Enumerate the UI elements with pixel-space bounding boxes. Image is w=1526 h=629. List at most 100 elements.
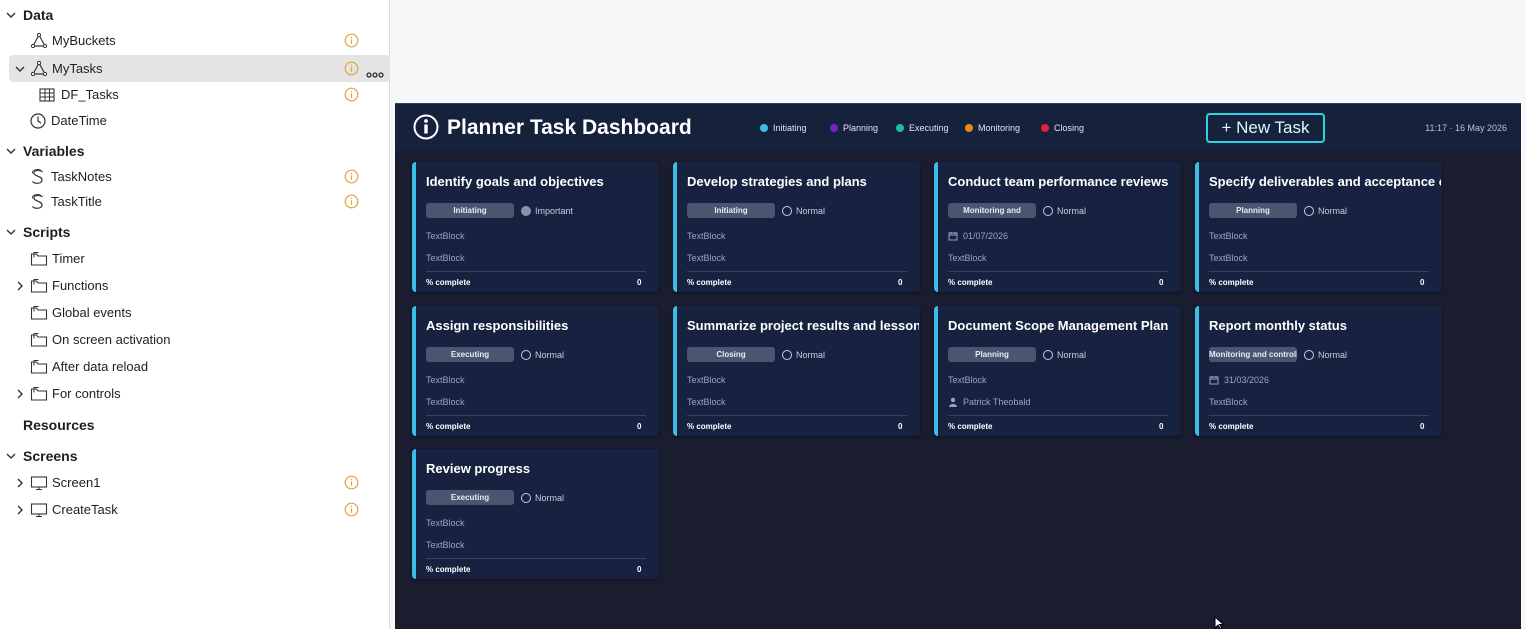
priority-icon <box>521 205 531 216</box>
tree-section-scripts[interactable]: Scripts <box>0 218 390 245</box>
priority-indicator: Normal <box>782 204 825 217</box>
task-card[interactable]: Specify deliverables and acceptance crit… <box>1195 162 1442 292</box>
chevron-right-icon[interactable] <box>14 504 26 516</box>
chevron-right-icon[interactable] <box>14 388 26 400</box>
task-title: Summarize project results and lessons le… <box>687 318 919 333</box>
chevron-right-icon[interactable] <box>14 477 26 489</box>
folder-icon <box>30 277 48 295</box>
tree-item-functions[interactable]: Functions <box>0 272 390 299</box>
chevron-down-icon[interactable] <box>14 63 26 75</box>
detail-text: TextBlock <box>426 518 465 528</box>
task-detail-line-2: TextBlock <box>948 252 987 264</box>
task-card[interactable]: Summarize project results and lessons le… <box>673 306 920 436</box>
tree-item-for-controls[interactable]: For controls <box>0 380 390 407</box>
priority-icon <box>782 349 792 360</box>
info-icon[interactable] <box>344 475 359 490</box>
chevron-right-icon[interactable] <box>14 280 26 292</box>
detail-text: TextBlock <box>1209 231 1248 241</box>
tree-section-variables[interactable]: Variables <box>0 137 390 164</box>
stage-badge: Monitoring and controlling <box>1209 347 1297 362</box>
task-card[interactable]: Document Scope Management Plan Planning No… <box>934 306 1181 436</box>
detail-text: TextBlock <box>687 231 726 241</box>
priority-label: Normal <box>535 349 565 360</box>
calendar-icon <box>1209 376 1219 385</box>
data-tree-panel: Data MyBuckets MyTasks DF_Tasks DateTime <box>0 0 390 629</box>
priority-indicator: Normal <box>521 491 564 504</box>
tree-item-global-events[interactable]: Global events <box>0 299 390 326</box>
mouse-cursor-icon <box>1214 616 1225 629</box>
info-icon[interactable] <box>344 502 359 517</box>
folder-icon <box>30 358 48 376</box>
tree-item-screen1[interactable]: Screen1 <box>0 469 390 496</box>
monitor-icon <box>30 501 48 519</box>
info-icon[interactable] <box>344 61 359 76</box>
tree-item-createtask[interactable]: CreateTask <box>0 496 390 523</box>
task-card[interactable]: Develop strategies and plans Initiating No… <box>673 162 920 292</box>
percent-complete-value: 0 <box>637 565 642 574</box>
legend-item-closing: Closing <box>1041 123 1084 133</box>
info-icon[interactable] <box>344 33 359 48</box>
detail-text: 01/07/2026 <box>963 231 1009 241</box>
tree-item-label: CreateTask <box>52 502 118 517</box>
tree-item-label: After data reload <box>52 359 149 374</box>
info-icon[interactable] <box>344 194 359 209</box>
task-detail-line-1: 31/03/2026 <box>1209 374 1269 386</box>
priority-label: Normal <box>796 349 826 360</box>
tree-item-tasknotes[interactable]: TaskNotes <box>0 163 390 190</box>
task-title: Specify deliverables and acceptance crit… <box>1209 174 1441 189</box>
tree-item-label: Screen1 <box>52 475 101 490</box>
tree-section-label: Variables <box>23 142 85 159</box>
tree-item-mytasks[interactable]: MyTasks <box>9 55 390 82</box>
info-icon[interactable] <box>344 169 359 184</box>
legend-label: Planning <box>843 123 879 133</box>
stage-badge: Initiating <box>687 203 775 218</box>
task-detail-line-1: TextBlock <box>948 374 987 386</box>
string-variable-icon <box>29 193 47 211</box>
info-logo-icon <box>413 114 439 140</box>
priority-indicator: Important <box>521 204 573 217</box>
legend-label: Executing <box>909 123 949 133</box>
priority-label: Normal <box>796 205 826 216</box>
task-card[interactable]: Review progress Executing Normal TextBlock T… <box>412 449 659 579</box>
card-divider <box>1209 415 1429 416</box>
task-card[interactable]: Conduct team performance reviews Monitori… <box>934 162 1181 292</box>
chevron-down-icon[interactable] <box>5 226 17 238</box>
chevron-down-icon[interactable] <box>5 9 17 21</box>
chevron-down-icon[interactable] <box>5 145 17 157</box>
calendar-icon <box>948 232 958 241</box>
stage-badge: Closing <box>687 347 775 362</box>
percent-complete-label: % complete <box>948 278 993 287</box>
tree-item-timer[interactable]: Timer <box>0 245 390 272</box>
task-card[interactable]: Identify goals and objectives Initiating I… <box>412 162 659 292</box>
tree-section-label: Resources <box>23 416 95 433</box>
task-detail-line-2: TextBlock <box>1209 252 1248 264</box>
card-divider <box>948 415 1168 416</box>
tree-item-tasktitle[interactable]: TaskTitle <box>0 188 390 215</box>
chevron-down-icon[interactable] <box>5 450 17 462</box>
detail-text: TextBlock <box>687 375 726 385</box>
percent-complete-value: 0 <box>637 422 642 431</box>
task-card[interactable]: Assign responsibilities Executing Normal Te… <box>412 306 659 436</box>
priority-label: Important <box>535 205 574 216</box>
percent-complete-label: % complete <box>426 278 471 287</box>
info-icon[interactable] <box>344 87 359 102</box>
tree-item-df-tasks[interactable]: DF_Tasks <box>0 81 390 108</box>
more-options-icon[interactable] <box>366 66 384 78</box>
stage-badge: Planning <box>948 347 1036 362</box>
tree-item-on-screen-activation[interactable]: On screen activation <box>0 326 390 353</box>
task-detail-line-1: TextBlock <box>426 230 465 242</box>
string-variable-icon <box>29 168 47 186</box>
task-title: Document Scope Management Plan <box>948 318 1169 333</box>
tree-section-data[interactable]: Data <box>0 1 390 28</box>
task-card[interactable]: Report monthly status Monitoring and cont… <box>1195 306 1442 436</box>
tree-item-mybuckets[interactable]: MyBuckets <box>0 27 390 54</box>
tree-item-after-data-reload[interactable]: After data reload <box>0 353 390 380</box>
card-divider <box>687 415 907 416</box>
table-icon <box>38 86 56 104</box>
tree-item-datetime[interactable]: DateTime <box>0 107 390 134</box>
legend-item-monitoring: Monitoring <box>965 123 1020 133</box>
task-title: Identify goals and objectives <box>426 174 604 189</box>
new-task-button[interactable]: + New Task <box>1206 113 1325 143</box>
tree-section-resources[interactable]: Resources <box>0 411 390 438</box>
tree-section-screens[interactable]: Screens <box>0 442 390 469</box>
